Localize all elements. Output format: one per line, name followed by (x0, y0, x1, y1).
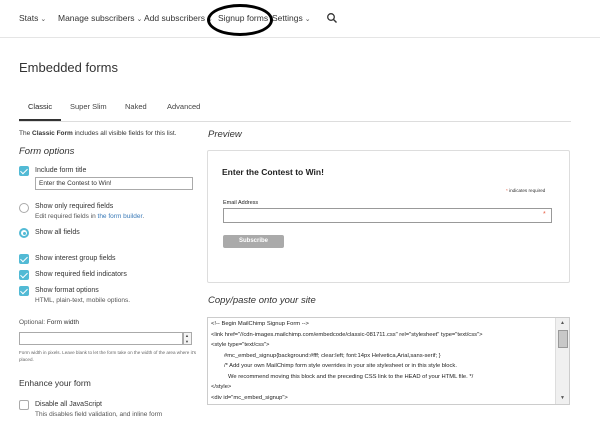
show-required-sub-prefix: Edit required fields in (35, 213, 98, 220)
code-line: </style> (211, 384, 232, 390)
show-all-label: Show all fields (35, 229, 80, 236)
interest-groups-checkbox[interactable] (19, 254, 29, 264)
nav-settings-label: Settings (272, 13, 303, 23)
scroll-up-icon[interactable]: ▲ (560, 320, 565, 326)
show-required-radio[interactable] (19, 203, 29, 213)
include-title-label: Include form title (35, 167, 87, 174)
intro-prefix: The (19, 130, 33, 137)
include-title-checkbox[interactable] (19, 166, 29, 176)
chevron-down-icon: ⌄ (304, 16, 311, 23)
nav-stats-label: Stats (19, 13, 39, 23)
active-tab-indicator (19, 119, 61, 121)
disable-js-label: Disable all JavaScript (35, 401, 102, 408)
disable-js-checkbox[interactable] (19, 400, 29, 410)
format-options-sub: HTML, plain-text, mobile options. (35, 297, 131, 304)
tab-classic[interactable]: Classic (28, 102, 52, 111)
code-line: We recommend moving this block and the p… (228, 373, 474, 380)
show-required-sub: Edit required fields in the form builder… (35, 213, 144, 220)
nav-stats[interactable]: Stats ⌄ (19, 13, 46, 23)
form-width-label: Optional: Form width (19, 319, 79, 326)
required-indicators-checkbox[interactable] (19, 270, 29, 280)
email-label: Email Address (223, 200, 259, 206)
code-line: <style type="text/css"> (211, 342, 270, 348)
code-line: /* Add your own MailChimp form style ove… (224, 363, 457, 369)
code-line: #mc_embed_signup{background:#fff; clear:… (224, 352, 441, 359)
code-scrollbar[interactable]: ▲ ▼ (555, 318, 569, 404)
embed-code-textarea[interactable]: <!-- Begin MailChimp Signup Form --> <li… (207, 317, 570, 405)
scroll-down-icon[interactable]: ▼ (560, 395, 565, 401)
annotation-circle (207, 4, 273, 36)
show-required-label: Show only required fields (35, 203, 114, 210)
subscribe-button[interactable]: Subscribe (223, 235, 284, 248)
top-nav: Stats ⌄ Manage subscribers ⌄ Add subscribe… (0, 0, 600, 38)
chevron-down-icon: ⌄ (40, 16, 47, 23)
tab-naked[interactable]: Naked (125, 102, 147, 111)
code-line: <div id="mc_embed_signup"> (211, 394, 288, 401)
email-required-star: * (543, 211, 546, 218)
form-description: The Classic Form includes all visible fi… (19, 130, 177, 137)
form-type-tabs: Classic Super Slim Naked Advanced (19, 100, 571, 122)
required-note: * indicates required (506, 188, 545, 193)
nav-manage-subscribers[interactable]: Manage subscribers ⌄ (58, 13, 142, 23)
nav-add-subscribers[interactable]: Add subscribers ⌄ (144, 13, 213, 23)
form-width-optional: Optional: (19, 319, 47, 326)
page-title: Embedded forms (19, 60, 118, 75)
stepper-up-icon[interactable]: ▲ (185, 333, 189, 338)
intro-suffix: includes all visible fields for this lis… (72, 130, 177, 137)
enhance-heading: Enhance your form (19, 378, 91, 388)
tab-super-slim[interactable]: Super Slim (70, 102, 107, 111)
nav-add-subscribers-label: Add subscribers (144, 13, 205, 23)
form-builder-link[interactable]: the form builder (98, 213, 143, 220)
required-indicators-label: Show required field indicators (35, 271, 127, 278)
form-width-stepper[interactable]: ▲ ▼ (183, 332, 192, 345)
form-width-title: Form width (46, 319, 79, 326)
required-note-text: indicates required (507, 188, 546, 193)
preview-form-title: Enter the Contest to Win! (222, 167, 324, 177)
format-options-checkbox[interactable] (19, 286, 29, 296)
scroll-thumb[interactable] (558, 330, 568, 348)
copy-paste-heading: Copy/paste onto your site (208, 295, 316, 306)
search-icon[interactable] (326, 12, 338, 24)
format-options-label: Show format options (35, 287, 99, 294)
form-width-input[interactable] (19, 332, 183, 345)
disable-js-sub: This disables field validation, and inli… (35, 411, 163, 418)
interest-groups-label: Show interest group fields (35, 255, 116, 262)
nav-settings[interactable]: Settings ⌄ (272, 13, 311, 23)
code-line: <link href="//cdn-images.mailchimp.com/e… (211, 331, 483, 338)
form-options-heading: Form options (19, 146, 75, 157)
chevron-down-icon: ⌄ (136, 16, 143, 23)
form-width-helper: Form width in pixels. Leave blank to let… (19, 350, 197, 362)
show-all-radio[interactable] (19, 228, 29, 238)
preview-panel: Enter the Contest to Win! * indicates re… (207, 150, 570, 283)
form-title-input[interactable] (35, 177, 193, 190)
preview-heading: Preview (208, 129, 242, 140)
email-input[interactable]: * (223, 208, 552, 223)
nav-manage-subscribers-label: Manage subscribers (58, 13, 135, 23)
show-required-sub-suffix: . (142, 213, 145, 220)
stepper-down-icon[interactable]: ▼ (185, 339, 189, 344)
tab-advanced[interactable]: Advanced (167, 102, 200, 111)
intro-bold: Classic Form (32, 130, 73, 137)
code-line: <!-- Begin MailChimp Signup Form --> (211, 321, 309, 327)
